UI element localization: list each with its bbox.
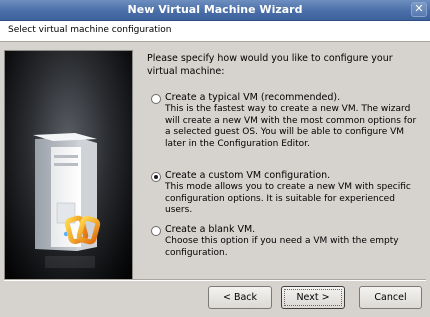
radio-typical-vm[interactable] [151,94,161,104]
intro-text: Please specify how would you like to con… [147,53,393,77]
cancel-button[interactable]: Cancel [359,286,422,309]
title-bar: New Virtual Machine Wizard ✕ [0,0,430,21]
close-icon[interactable]: ✕ [411,2,427,17]
option-typical-description: This is the fastest way to create a new … [165,104,417,149]
option-custom-description: This mode allows you to create a new VM … [165,182,411,216]
next-button[interactable]: Next > [281,286,345,309]
button-separator [4,279,426,281]
options-panel: Please specify how would you like to con… [147,52,425,258]
computer-tower-illustration [4,50,133,280]
radio-custom-vm[interactable] [151,172,161,182]
option-blank-label[interactable]: Create a blank VM. [165,224,255,235]
wizard-content: Please specify how would you like to con… [0,42,430,282]
option-typical-label[interactable]: Create a typical VM (recommended). [165,92,340,103]
option-custom-label[interactable]: Create a custom VM configuration. [165,170,330,181]
radio-blank-vm[interactable] [151,226,161,236]
parallels-logo-icon [64,215,101,245]
wizard-header: Select virtual machine configuration [0,21,430,42]
back-button[interactable]: < Back [208,286,272,309]
option-blank-description: Choose this option if you need a VM with… [165,236,399,258]
window-title: New Virtual Machine Wizard [127,3,303,16]
step-title: Select virtual machine configuration [8,25,172,35]
computer-tower-icon [33,133,101,268]
